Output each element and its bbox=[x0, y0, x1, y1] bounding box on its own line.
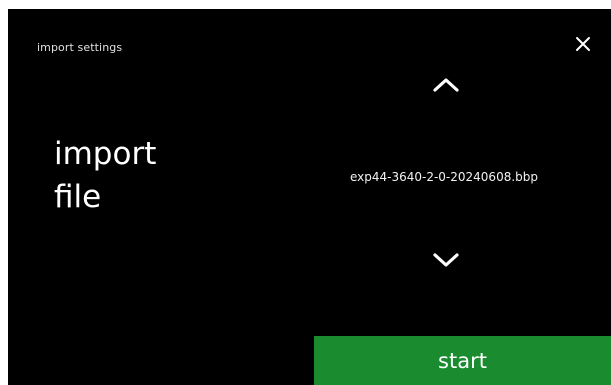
panel-title: import settings bbox=[37, 41, 123, 54]
page-heading: import file bbox=[54, 133, 156, 219]
close-icon bbox=[575, 36, 591, 56]
close-button[interactable] bbox=[570, 33, 596, 59]
start-button[interactable]: start bbox=[314, 336, 611, 385]
heading-line-2: file bbox=[54, 179, 102, 215]
import-settings-screen: import settings import file exp44-3640-2… bbox=[8, 9, 611, 385]
start-button-label: start bbox=[438, 348, 487, 373]
next-file-button[interactable] bbox=[421, 246, 471, 278]
selected-file-name[interactable]: exp44-3640-2-0-20240608.bbp bbox=[314, 170, 574, 184]
chevron-up-icon bbox=[431, 76, 461, 98]
heading-line-1: import bbox=[54, 136, 157, 172]
previous-file-button[interactable] bbox=[421, 71, 471, 103]
chevron-down-icon bbox=[431, 251, 461, 273]
